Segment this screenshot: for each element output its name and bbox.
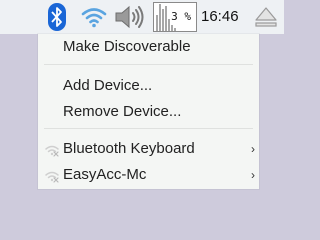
make-discoverable-item[interactable]: Make Discoverable (38, 36, 259, 58)
menu-item-label: Bluetooth Keyboard (63, 140, 195, 157)
menu-separator (44, 64, 253, 65)
device-disconnected-icon (44, 142, 60, 157)
cpu-history-bar (171, 25, 173, 31)
menu-item-label: Remove Device... (63, 103, 182, 120)
wifi-icon[interactable] (78, 0, 110, 34)
device-item-easyacc-mc[interactable]: EasyAcc-Mc › (38, 164, 259, 186)
eject-icon[interactable] (251, 0, 281, 34)
cpu-usage-label: 3 % (171, 10, 191, 23)
submenu-arrow-icon: › (251, 168, 255, 182)
volume-icon[interactable] (112, 0, 148, 34)
bluetooth-menu: Make Discoverable Add Device... Remove D… (38, 34, 259, 189)
menu-item-label: Make Discoverable (63, 38, 191, 55)
cpu-history-bar (165, 6, 167, 31)
cpu-history-bar (159, 4, 161, 31)
cpu-history-bar (156, 15, 158, 31)
cpu-monitor[interactable]: 3 % (153, 2, 197, 32)
menu-item-label: EasyAcc-Mc (63, 166, 147, 183)
cpu-history-bar (174, 28, 176, 31)
add-device-item[interactable]: Add Device... (38, 75, 259, 97)
remove-device-item[interactable]: Remove Device... (38, 101, 259, 123)
submenu-arrow-icon: › (251, 142, 255, 156)
device-item-bluetooth-keyboard[interactable]: Bluetooth Keyboard › (38, 138, 259, 160)
menu-separator (44, 128, 253, 129)
clock[interactable]: 16:46 (201, 0, 239, 34)
bluetooth-icon[interactable] (45, 0, 69, 34)
device-disconnected-icon (44, 168, 60, 183)
cpu-history-bar (162, 9, 164, 31)
taskbar: 3 % 16:46 (0, 0, 284, 34)
menu-item-label: Add Device... (63, 77, 153, 94)
cpu-history-bar (168, 19, 170, 31)
